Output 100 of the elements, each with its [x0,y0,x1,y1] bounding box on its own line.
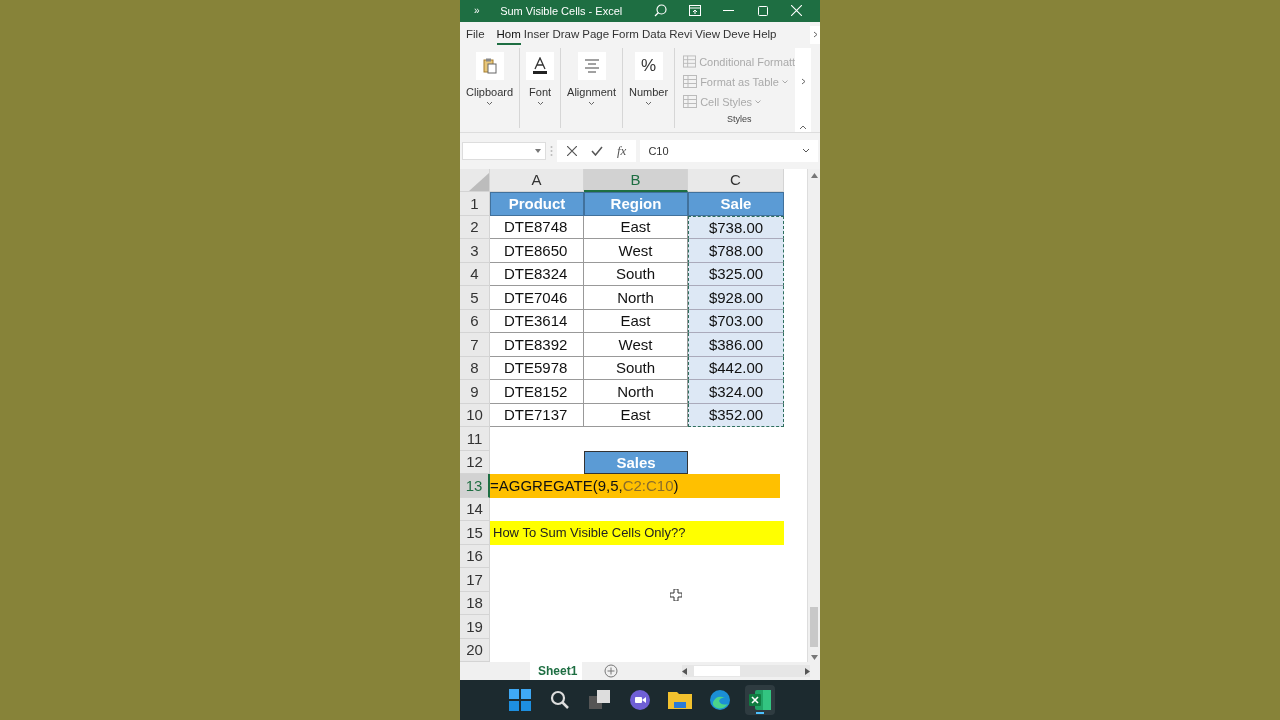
table-cell: DTE7046 [490,286,584,310]
table-cell: $788.00 [688,239,784,263]
ribbon-tab[interactable]: Page [582,24,610,46]
ribbon-tab[interactable]: Deve [722,24,750,46]
table-cell: How To Sum Visible Cells Only?? [490,521,784,545]
row-header[interactable]: 14 [460,497,490,522]
align-center-icon [583,58,600,73]
column-header[interactable]: B [584,168,688,193]
row-header[interactable]: 12 [460,450,490,475]
insert-function-button[interactable]: fx [617,142,627,159]
table-cell: DTE5978 [490,356,584,381]
clipboard-icon [482,57,497,74]
task-view-icon[interactable] [589,690,611,711]
chevron-down-icon [645,100,653,106]
header-cell: Sale [688,192,784,216]
quick-access-toggle[interactable]: » [474,5,491,17]
scroll-thumb[interactable] [694,666,740,677]
ribbon-tab[interactable]: File [466,24,485,46]
drag-handle-icon[interactable] [550,144,553,157]
chevron-down-icon [486,100,494,106]
row-header[interactable]: 3 [460,239,490,263]
row-header[interactable]: 17 [460,568,490,592]
search-icon[interactable] [550,690,570,711]
table-cell: $352.00 [688,403,784,428]
row-header[interactable]: 16 [460,544,490,569]
table-cell: DTE8650 [490,239,584,263]
font-color-icon [532,56,549,75]
ribbon-tab[interactable]: View [695,24,720,46]
sheet-tab[interactable]: Sheet1 [530,662,582,681]
scroll-left-icon[interactable] [682,667,687,675]
ribbon-display-icon[interactable] [688,5,701,17]
table-cell: $442.00 [688,356,784,381]
header-cell: Product [490,192,584,216]
ribbon-tab[interactable]: Revi [669,24,693,46]
add-sheet-icon[interactable] [604,664,618,679]
folder-icon[interactable] [668,690,692,711]
windows-icon[interactable] [509,689,531,712]
row-header[interactable]: 11 [460,427,490,451]
row-header[interactable]: 15 [460,521,490,545]
ribbon-group-button[interactable]: % Number [629,51,669,106]
row-header[interactable]: 20 [460,638,490,663]
ribbon-tab[interactable]: Inser [523,24,550,46]
table-grid-icon [683,75,698,89]
column-header[interactable]: A [490,168,584,193]
scroll-thumb[interactable] [810,607,818,648]
collapse-ribbon-icon[interactable] [799,124,808,130]
check-icon[interactable] [591,145,603,156]
dropdown-arrow-icon [535,148,541,153]
ribbon-tab[interactable]: Help [752,24,777,46]
row-header[interactable]: 7 [460,333,490,357]
row-header[interactable]: 1 [460,192,490,216]
table-cell: DTE3614 [490,309,584,334]
row-header[interactable]: 2 [460,215,490,240]
row-header[interactable]: 5 [460,286,490,310]
spreadsheet-app-icon[interactable] [749,690,771,711]
row-header[interactable]: 10 [460,403,490,428]
maximize-icon[interactable] [757,5,768,16]
chevron-right-icon [812,31,818,39]
browser-icon[interactable] [709,689,731,712]
minimize-icon[interactable] [723,9,735,12]
table-cell: $738.00 [688,215,784,240]
row-header[interactable]: 9 [460,380,490,404]
ribbon-tab[interactable]: Hom [496,24,521,46]
table-cell: $386.00 [688,333,784,357]
search-icon[interactable] [654,4,668,18]
scroll-up-icon[interactable] [810,172,818,178]
ribbon-group-button[interactable]: Clipboard [466,51,514,106]
formula-input[interactable]: C10 [640,139,818,162]
column-header[interactable]: C [688,168,784,193]
close-icon[interactable] [791,5,803,17]
row-header[interactable]: 18 [460,591,490,616]
table-cell: $703.00 [688,309,784,334]
row-header[interactable]: 8 [460,356,490,381]
row-header[interactable]: 4 [460,262,490,287]
table-cell: $324.00 [688,380,784,404]
window-title: Sum Visible Cells - Excel [500,4,624,17]
row-header[interactable]: 19 [460,615,490,639]
header-cell: Region [584,192,688,216]
table-cell: DTE8324 [490,262,584,287]
scroll-right-icon[interactable] [805,667,810,675]
table-cell: DTE7137 [490,403,584,428]
horizontal-scrollbar[interactable] [682,665,810,678]
ribbon-group-button[interactable]: Alignment [567,51,616,106]
table-grid-icon [683,55,697,69]
row-header[interactable]: 13 [460,474,490,498]
table-cell: $325.00 [688,262,784,287]
chevron-right-icon[interactable] [800,77,806,85]
cancel-icon[interactable] [567,145,577,156]
chevron-down-icon [588,100,596,106]
table-cell: DTE8748 [490,215,584,240]
ribbon-tab[interactable]: Form [612,24,639,46]
cell-cursor-icon [670,589,682,601]
formula-cell: =AGGREGATE(9,5,C2:C10) [490,474,780,498]
ribbon-tab[interactable]: Draw [552,24,580,46]
video-chat-icon[interactable] [629,689,651,712]
ribbon-tab[interactable]: Data [641,24,667,46]
expand-icon[interactable] [802,148,810,154]
table-cell: DTE8152 [490,380,584,404]
row-header[interactable]: 6 [460,309,490,334]
scroll-right-button[interactable] [810,25,820,44]
